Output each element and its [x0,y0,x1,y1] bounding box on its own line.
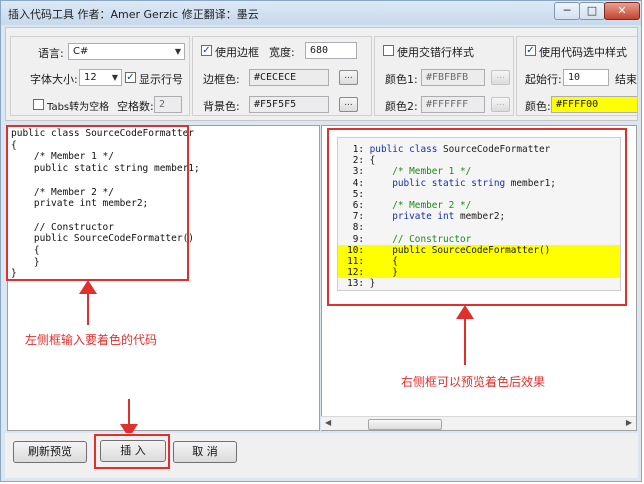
chevron-down-icon: ▼ [174,47,181,56]
color2-input[interactable]: #FFFFFF [421,96,485,113]
right-annotation: 右侧框可以预览着色后效果 [401,375,546,389]
width-input[interactable]: 680 [305,42,357,59]
left-highlight-box [6,125,189,281]
right-arrow-shaft [464,313,466,365]
width-label: 宽度: [269,46,295,59]
show-line-numbers-checkbox[interactable]: ✓ [125,72,136,83]
refresh-preview-button[interactable]: 刷新预览 [13,441,87,463]
border-group: ✓ 使用边框 宽度: 680 边框色: #CECECE ... 背景色: #F5… [192,36,372,116]
close-button[interactable]: ✕ [604,2,640,20]
language-select[interactable]: C# ▼ [68,43,185,60]
bottom-bar: 刷新预览 插 入 取 消 [5,433,638,478]
alt-row-label: 使用交错行样式 [397,46,474,59]
minimize-button[interactable]: ─ [554,2,580,20]
scroll-right-icon[interactable]: ▶ [626,418,632,427]
chevron-down-icon: ▼ [111,73,118,82]
language-value: C# [73,46,89,57]
bg-color-browse-button[interactable]: ... [339,97,358,112]
left-annotation: 左侧框输入要着色的代码 [25,333,158,347]
window-title: 插入代码工具 作者：Amer Gerzic 修正翻译：墨云 [8,8,259,21]
preview-horizontal-scrollbar[interactable]: ◀ ▶ [321,416,636,430]
use-border-label: 使用边框 [215,46,259,59]
alt-row-checkbox[interactable] [383,45,394,56]
start-row-label: 起始行: [525,73,562,86]
font-size-label: 字体大小: [30,73,78,86]
color1-input[interactable]: #FBFBFB [421,69,485,86]
border-color-input[interactable]: #CECECE [249,69,329,86]
use-border-checkbox[interactable]: ✓ [201,45,212,56]
scroll-thumb[interactable] [368,419,442,430]
color2-browse-button[interactable]: ... [491,97,510,112]
border-color-browse-button[interactable]: ... [339,70,358,85]
border-color-label: 边框色: [203,73,240,86]
maximize-button[interactable]: □ [579,2,605,20]
end-row-label: 结束 [615,73,637,86]
title-bar[interactable]: 插入代码工具 作者：Amer Gerzic 修正翻译：墨云 ─ □ ✕ [1,1,641,25]
space-count-input[interactable]: 2 [154,96,182,113]
highlight-label: 使用代码选中样式 [539,46,627,59]
font-size-value: 12 [84,72,97,83]
font-size-select[interactable]: 12 ▼ [79,69,122,86]
scroll-left-icon[interactable]: ◀ [325,418,331,427]
cancel-button[interactable]: 取 消 [173,441,237,463]
color1-browse-button[interactable]: ... [491,70,510,85]
highlight-checkbox[interactable]: ✓ [525,45,536,56]
settings-panel: 语言: C# ▼ 字体大小: 12 ▼ ✓ 显示行号 Tabs转为空格 空格数:… [5,27,638,121]
hl-color-input[interactable]: #FFFF00 [551,96,637,113]
bg-color-label: 背景色: [203,100,240,113]
space-count-label: 空格数: [117,100,154,113]
right-highlight-box [327,128,627,306]
right-arrow-head-icon [456,305,474,319]
insert-code-window: 插入代码工具 作者：Amer Gerzic 修正翻译：墨云 ─ □ ✕ 语言: … [0,0,642,482]
color1-label: 颜色1: [385,73,418,86]
language-group: 语言: C# ▼ 字体大小: 12 ▼ ✓ 显示行号 Tabs转为空格 空格数:… [10,36,190,116]
hl-color-label: 颜色: [525,100,551,113]
show-line-numbers-label: 显示行号 [139,73,183,86]
color2-label: 颜色2: [385,100,418,113]
bg-color-input[interactable]: #F5F5F5 [249,96,329,113]
language-label: 语言: [38,47,64,60]
tabs-to-spaces-checkbox[interactable] [33,99,44,110]
start-row-input[interactable]: 10 [563,69,609,86]
alt-row-group: 使用交错行样式 颜色1: #FBFBFB ... 颜色2: #FFFFFF ..… [374,36,514,116]
left-arrow-head-icon [79,280,97,294]
insert-button[interactable]: 插 入 [100,440,166,462]
highlight-group: ✓ 使用代码选中样式 起始行: 10 结束 颜色: #FFFF00 [516,36,637,116]
bottom-arrow-shaft [128,399,130,425]
tabs-to-spaces-label: Tabs转为空格 [47,102,110,113]
